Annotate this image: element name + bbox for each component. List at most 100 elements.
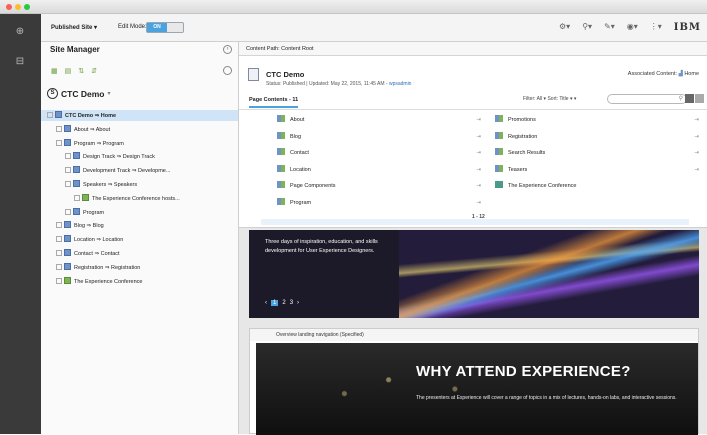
toolbar-actions: ⚙▾ ⚲▾ ✎▾ ◉▾ ⋮▾ IBM	[559, 22, 701, 33]
search-input[interactable]: ⚲	[607, 94, 687, 104]
content-item[interactable]: About ⇥	[277, 112, 487, 129]
tree-item[interactable]: Design Track ⇒ Design Track	[65, 152, 155, 162]
refresh-button[interactable]	[223, 66, 232, 75]
close-window-button[interactable]	[6, 4, 12, 10]
tree-item[interactable]: Speakers ⇒ Speakers	[65, 180, 137, 190]
site-selector[interactable]: S CTC Demo ▾	[47, 88, 110, 99]
content-path-bar: Content Path: Content Root	[239, 42, 707, 56]
tree-connector-icon	[56, 139, 62, 146]
tree-connector-icon	[65, 181, 71, 187]
view-icon[interactable]: ◉▾	[627, 22, 638, 33]
tab-page-contents[interactable]: Page Contents - 11	[249, 97, 299, 108]
content-item[interactable]: Contact ⇥	[277, 145, 487, 162]
tree-item[interactable]: About ⇒ About	[56, 124, 110, 135]
site-manager-toggle-icon[interactable]: ⊟	[12, 56, 28, 68]
page-status: Status: Published | Updated: May 22, 201…	[266, 81, 412, 87]
hero-banner[interactable]: Three days of inspiration, education, an…	[249, 230, 699, 318]
associated-content[interactable]: Associated Content: ▟ Home	[628, 71, 699, 77]
tree-item-label: The Experience Conference hosts...	[92, 195, 180, 202]
content-item[interactable]: Promotions ⇥	[495, 112, 705, 129]
open-arrow-icon[interactable]: ⇥	[476, 162, 481, 179]
tree-connector-icon	[56, 125, 62, 132]
content-item[interactable]: Search Results ⇥	[495, 145, 705, 162]
content-item[interactable]: Registration ⇥	[495, 129, 705, 146]
content-item[interactable]: Program ⇥	[277, 195, 487, 212]
banner-text: Three days of inspiration, education, an…	[265, 239, 378, 254]
edit-mode-label: Edit Mode:	[118, 24, 147, 30]
open-arrow-icon[interactable]: ⇥	[476, 112, 481, 129]
tree-item[interactable]: Location ⇒ Location	[56, 235, 123, 245]
page-icon	[64, 262, 71, 270]
open-arrow-icon[interactable]: ⇥	[694, 129, 699, 146]
next-icon[interactable]: ›	[297, 300, 299, 306]
search-icon[interactable]: ⚲▾	[582, 22, 592, 33]
content-item[interactable]: The Experience Conference	[495, 178, 705, 195]
open-arrow-icon[interactable]: ⇥	[694, 112, 699, 129]
tree-item[interactable]: Development Track ⇒ Developme...	[65, 166, 170, 176]
list-view-icon[interactable]	[695, 94, 704, 103]
edit-mode-state: ON	[147, 23, 167, 32]
page-info-panel: CTC Demo Status: Published | Updated: Ma…	[239, 56, 707, 228]
page-1-button[interactable]: 1	[271, 300, 279, 306]
chevron-down-icon: ▾	[107, 91, 111, 97]
collapse-panel-button[interactable]: ›	[223, 45, 232, 54]
open-arrow-icon[interactable]: ⇥	[694, 145, 699, 162]
content-item[interactable]: Teasers ⇥	[495, 162, 705, 179]
tree-item-label: Registration ⇒ Registration	[74, 264, 141, 271]
maximize-window-button[interactable]	[24, 4, 30, 10]
tree-item[interactable]: The Experience Conference hosts...	[74, 193, 180, 204]
content-item-label: Page Components	[290, 183, 336, 189]
minimize-window-button[interactable]	[15, 4, 21, 10]
content-type-icon	[495, 148, 503, 155]
document-icon	[248, 68, 259, 81]
left-rail: ⊕ ⊟	[0, 14, 41, 434]
open-arrow-icon[interactable]: ⇥	[476, 145, 481, 162]
settings-icon[interactable]: ⚙▾	[559, 22, 570, 33]
open-arrow-icon[interactable]: ⇥	[694, 162, 699, 179]
content-item-label: Registration	[508, 133, 538, 140]
previous-icon[interactable]: ‹	[265, 300, 267, 306]
filter-sort-controls[interactable]: Filter: All ▾ Sort: Title ▾ ▾	[523, 96, 576, 102]
move-down-icon[interactable]: ⇵	[91, 67, 97, 75]
tree-item[interactable]: Registration ⇒ Registration	[56, 262, 141, 273]
content-type-icon	[277, 115, 285, 122]
edit-mode-toggle[interactable]: ON	[146, 22, 184, 33]
content-type-icon	[277, 181, 285, 188]
tree-connector-icon	[65, 167, 71, 174]
more-icon[interactable]: ⋮▾	[650, 22, 662, 33]
tools-icon[interactable]: ✎▾	[604, 22, 615, 33]
open-arrow-icon[interactable]: ⇥	[476, 178, 481, 195]
panel-toolbar: ▦ ▤ ⇅ ⇵	[51, 67, 97, 75]
open-arrow-icon[interactable]: ⇥	[476, 129, 481, 146]
page-2-button[interactable]: 2	[282, 300, 285, 306]
grid-view-icon[interactable]	[685, 94, 694, 103]
page-icon	[73, 207, 80, 215]
page-3-button[interactable]: 3	[290, 300, 293, 306]
move-up-icon[interactable]: ⇅	[78, 67, 84, 75]
tree-item-label: Blog ⇒ Blog	[74, 223, 104, 230]
view-toggle[interactable]	[685, 94, 704, 103]
page-icon	[55, 111, 62, 118]
tree-item-label: Location ⇒ Location	[74, 237, 124, 244]
open-arrow-icon[interactable]: ⇥	[476, 195, 481, 212]
contents-right-column: Promotions ⇥ Registration ⇥ Search Results ⇥ T…	[495, 112, 705, 195]
tree-item-label: Development Track ⇒ Developme...	[83, 168, 171, 175]
content-item[interactable]: Blog ⇥	[277, 129, 487, 146]
new-page-icon[interactable]: ▦	[51, 67, 58, 75]
tree-item[interactable]: Program ⇒ Program	[56, 138, 124, 149]
updated-by-link[interactable]: wpsadmin	[389, 81, 412, 87]
content-item[interactable]: Location ⇥	[277, 162, 487, 179]
content-type-icon	[495, 164, 503, 172]
banner-image	[399, 230, 699, 318]
page-icon	[64, 221, 71, 229]
published-site-dropdown[interactable]: Published Site ▾	[51, 24, 97, 31]
tree-item[interactable]: Contact ⇒ Contact	[56, 249, 120, 259]
tree-item[interactable]: Blog ⇒ Blog	[56, 221, 104, 231]
tree-item[interactable]: CTC Demo ⇒ Home	[47, 111, 116, 121]
tree-item[interactable]: The Experience Conference	[56, 276, 142, 287]
copy-icon[interactable]: ▤	[65, 67, 72, 75]
add-icon[interactable]: ⊕	[12, 26, 28, 38]
content-item[interactable]: Page Components ⇥	[277, 178, 487, 195]
tree-item[interactable]: Program	[65, 207, 104, 218]
content-item-label: Location	[290, 166, 311, 173]
